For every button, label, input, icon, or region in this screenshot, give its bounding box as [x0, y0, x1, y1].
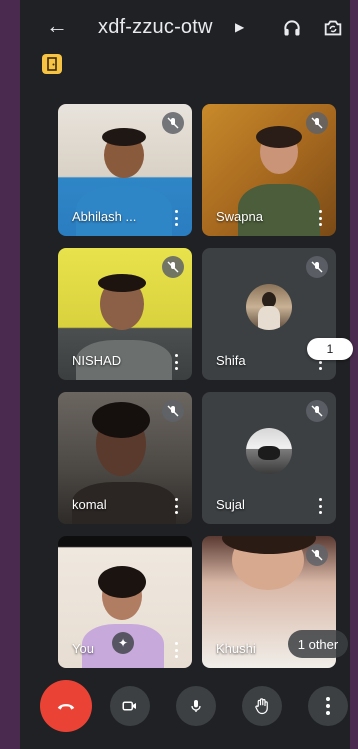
sparkles-icon[interactable]: ✦	[112, 632, 134, 654]
participant-name: You	[72, 641, 94, 656]
meeting-code[interactable]: xdf-zzuc-otw	[98, 16, 213, 39]
more-options-button[interactable]	[308, 686, 348, 726]
more-vert-icon[interactable]	[174, 642, 178, 658]
video-button[interactable]	[110, 686, 150, 726]
participant-tile-komal[interactable]: komal	[58, 392, 192, 524]
participant-name: Abhilash ...	[72, 209, 137, 224]
participant-tile-shifa[interactable]: Shifa	[202, 248, 336, 380]
participant-tile-you[interactable]: ✦ You	[58, 536, 192, 668]
participant-tile-sujal[interactable]: Sujal	[202, 392, 336, 524]
others-chip[interactable]: 1 other	[288, 630, 348, 658]
avatar	[246, 284, 292, 330]
headset-icon[interactable]	[282, 18, 302, 38]
mic-off-icon	[162, 112, 184, 134]
more-vert-icon[interactable]	[318, 210, 322, 226]
participant-tile-swapna[interactable]: Swapna	[202, 104, 336, 236]
mic-off-icon	[306, 544, 328, 566]
participant-name: komal	[72, 497, 107, 512]
door-exit-icon[interactable]	[42, 54, 62, 74]
mic-off-icon	[162, 256, 184, 278]
meet-screen: ← xdf-zzuc-otw ▶ Abhilash ... Swapna NIS…	[20, 0, 350, 749]
more-vert-icon[interactable]	[174, 354, 178, 370]
participant-name: NISHAD	[72, 353, 122, 368]
mic-button[interactable]	[176, 686, 216, 726]
end-call-button[interactable]	[40, 680, 92, 732]
participant-tile-nishad[interactable]: NISHAD	[58, 248, 192, 380]
participant-name: Shifa	[216, 353, 246, 368]
avatar	[246, 428, 292, 474]
unread-count-badge[interactable]: 1	[307, 338, 353, 360]
top-bar: ← xdf-zzuc-otw ▶	[20, 0, 350, 56]
participant-name: Swapna	[216, 209, 263, 224]
more-vert-icon[interactable]	[174, 498, 178, 514]
more-vert-icon[interactable]	[318, 498, 322, 514]
mic-off-icon	[306, 256, 328, 278]
mic-off-icon	[306, 400, 328, 422]
chevron-right-icon[interactable]: ▶	[235, 20, 244, 34]
camera-flip-icon[interactable]	[322, 17, 344, 39]
participant-name: Khushi	[216, 641, 256, 656]
participant-tile-abhilash[interactable]: Abhilash ...	[58, 104, 192, 236]
participant-name: Sujal	[216, 497, 245, 512]
call-controls	[20, 680, 350, 740]
raise-hand-button[interactable]	[242, 686, 282, 726]
more-vert-icon[interactable]	[174, 210, 178, 226]
mic-off-icon	[162, 400, 184, 422]
mic-off-icon	[306, 112, 328, 134]
back-arrow-icon[interactable]: ←	[46, 14, 68, 38]
